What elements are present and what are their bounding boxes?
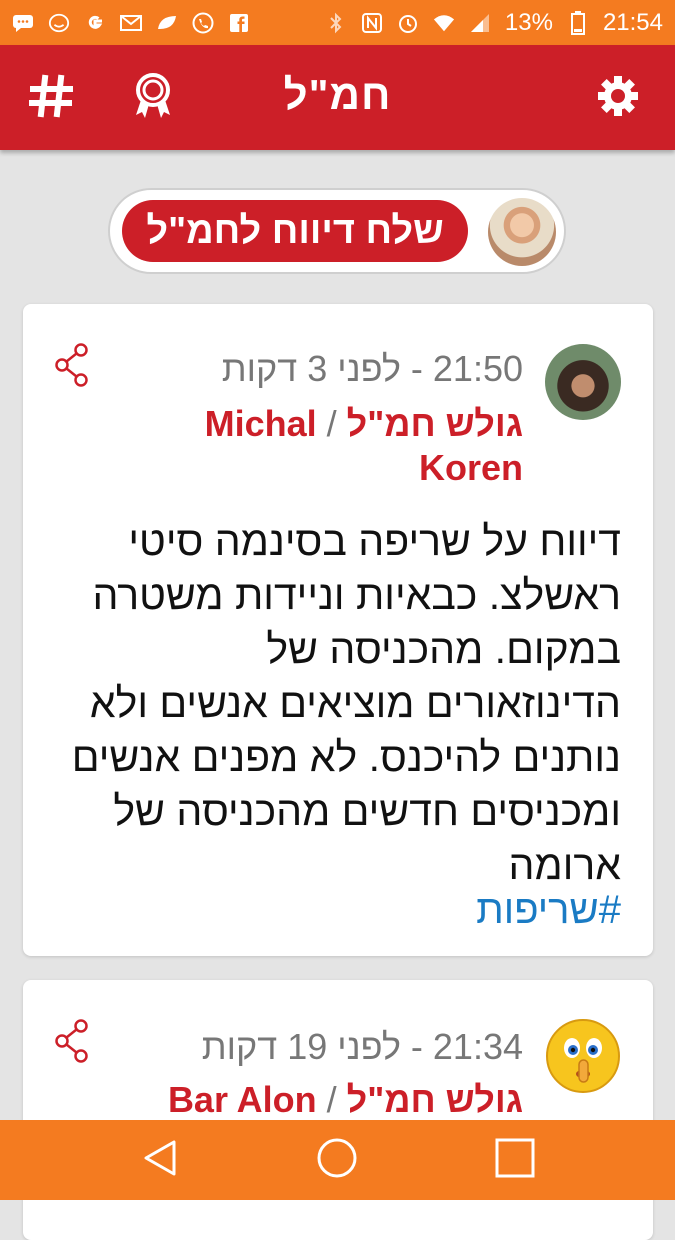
app-title: חמ"ל bbox=[283, 71, 392, 118]
send-report-button[interactable]: שלח דיווח לחמ"ל bbox=[122, 200, 468, 262]
post-author: גולש חמ"ל / Bar Alon bbox=[163, 1078, 523, 1122]
nfc-icon bbox=[361, 12, 383, 34]
notification-icons bbox=[12, 12, 250, 34]
google-icon bbox=[84, 12, 106, 34]
leaf-icon bbox=[156, 12, 178, 34]
author-avatar[interactable] bbox=[545, 1018, 621, 1094]
shush-emoji-icon bbox=[546, 1019, 620, 1093]
post-card: 21:34 - לפני 19 דקות גולש חמ"ל / Bar Alo… bbox=[23, 980, 653, 1240]
signal-icon bbox=[469, 12, 491, 34]
back-icon bbox=[140, 1138, 180, 1183]
post-time: 21:34 - לפני 19 דקות bbox=[201, 1026, 523, 1067]
post-time: 21:50 - לפני 3 דקות bbox=[221, 348, 523, 389]
battery-percent: 13% bbox=[504, 8, 553, 36]
post-author: גולש חמ"ל / Michal Koren bbox=[163, 402, 523, 490]
home-button[interactable] bbox=[315, 1138, 359, 1182]
wifi-icon bbox=[433, 12, 455, 34]
back-button[interactable] bbox=[138, 1138, 182, 1182]
author-separator: / bbox=[326, 403, 337, 444]
share-icon[interactable] bbox=[53, 342, 91, 388]
gmail-icon bbox=[120, 12, 142, 34]
clock: 21:54 bbox=[602, 8, 663, 36]
author-avatar[interactable] bbox=[545, 344, 621, 420]
recent-apps-icon bbox=[494, 1137, 536, 1184]
battery-icon bbox=[567, 10, 589, 35]
status-bar: 13% 21:54 bbox=[0, 0, 675, 45]
facebook-icon bbox=[228, 12, 250, 34]
gear-icon bbox=[596, 74, 640, 123]
alarm-icon bbox=[397, 12, 419, 34]
phone-icon bbox=[192, 12, 214, 34]
author-name[interactable]: Bar Alon bbox=[168, 1079, 317, 1120]
post-text: דיווח על שריפה בסינמה סיטי ראשלצ. כבאיות… bbox=[71, 518, 621, 888]
share-icon[interactable] bbox=[53, 1018, 91, 1064]
app-bar: חמ"ל bbox=[0, 45, 675, 150]
system-icons: 13% 21:54 bbox=[325, 9, 663, 37]
post-hashtag[interactable]: #שריפות bbox=[476, 888, 621, 933]
author-role: גולש חמ"ל bbox=[346, 403, 523, 444]
chat-icon bbox=[12, 12, 34, 34]
send-report-bar: שלח דיווח לחמ"ל bbox=[108, 188, 566, 274]
bluetooth-icon bbox=[325, 12, 347, 34]
recent-apps-button[interactable] bbox=[493, 1138, 537, 1182]
emoji-icon bbox=[48, 12, 70, 34]
post-card: 21:50 - לפני 3 דקות גולש חמ"ל / Michal K… bbox=[23, 304, 653, 956]
author-separator: / bbox=[326, 1079, 337, 1120]
home-icon bbox=[315, 1136, 359, 1185]
settings-button[interactable] bbox=[593, 73, 643, 123]
navigation-bar bbox=[0, 1120, 675, 1200]
user-avatar[interactable] bbox=[488, 198, 556, 266]
author-role: גולש חמ"ל bbox=[346, 1079, 523, 1120]
